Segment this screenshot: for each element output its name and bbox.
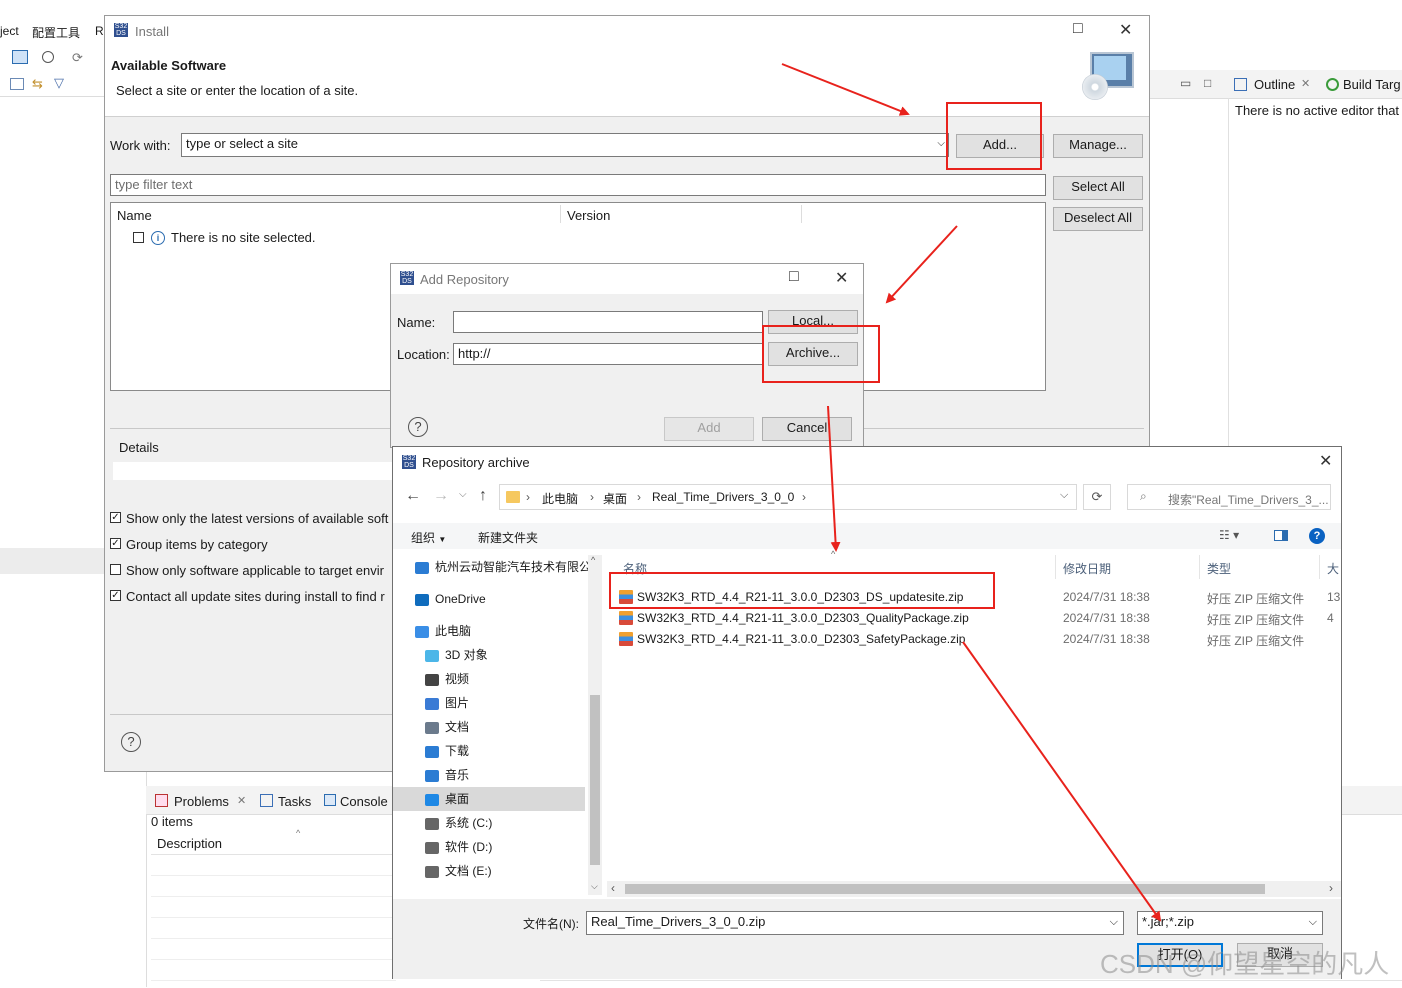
arrow-to-file [827, 405, 841, 552]
annotation-arrows [781, 63, 1162, 922]
arrow-to-add [781, 63, 910, 116]
arrow-to-archive [885, 225, 958, 304]
watermark: CSDN @仰望星空的凡人 [1100, 949, 1390, 979]
arrow-to-filter [962, 641, 1162, 922]
